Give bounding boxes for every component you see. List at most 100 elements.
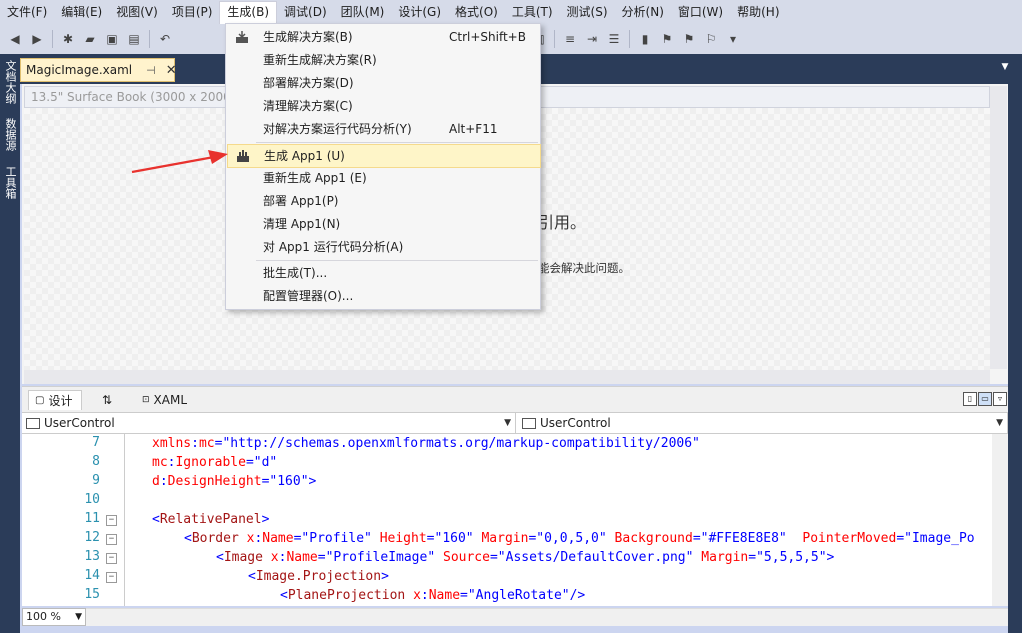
fold-toggle-icon[interactable]: − xyxy=(106,553,117,564)
tab-xaml-label: XAML xyxy=(153,393,188,407)
menu-rebuild-solution-label: 重新生成解决方案(R) xyxy=(263,53,377,67)
tab-xaml[interactable]: ⊡ XAML xyxy=(140,390,200,410)
fold-toggle-icon[interactable]: − xyxy=(106,572,117,583)
forward-icon[interactable]: ▶ xyxy=(28,30,46,48)
chevron-down-icon: ▼ xyxy=(75,612,82,622)
menu-analyze[interactable]: 分析(N) xyxy=(615,1,671,23)
line-number: 15 xyxy=(84,587,100,602)
line-number: 12 xyxy=(84,530,100,545)
menu-analyze-app1[interactable]: 对 App1 运行代码分析(A) xyxy=(227,236,539,258)
selector-left-value: UserControl xyxy=(44,416,115,430)
editor-vertical-scrollbar[interactable] xyxy=(992,434,1008,606)
menu-debug[interactable]: 调试(D) xyxy=(277,1,334,23)
build-solution-icon xyxy=(236,31,248,43)
tab-design-label: 设计 xyxy=(48,393,73,408)
element-selector-right[interactable]: UserControl ▼ xyxy=(518,413,1008,433)
menu-clean-app1[interactable]: 清理 App1(N) xyxy=(227,213,539,235)
code-line-12: <Border x:Name="Profile" Height="160" Ma… xyxy=(184,531,975,546)
menu-build-solution[interactable]: 生成解决方案(B) Ctrl+Shift+B xyxy=(227,26,539,48)
line-number: 11 xyxy=(84,511,100,526)
menu-edit[interactable]: 编辑(E) xyxy=(54,1,109,23)
menu-rebuild-app1-label: 重新生成 App1 (E) xyxy=(263,171,367,185)
tab-design[interactable]: ▢ 设计 xyxy=(28,390,82,410)
build-project-icon xyxy=(237,150,249,162)
xaml-code-editor[interactable]: 7 8 9 10 11 12 13 14 15 − − − − xmlns:mc… xyxy=(22,434,992,606)
menu-build-app1[interactable]: 生成 App1 (U) xyxy=(227,144,541,168)
designer-vertical-scrollbar[interactable] xyxy=(990,86,1007,369)
code-line-9: d:DesignHeight="160"> xyxy=(152,474,317,489)
build-menu-dropdown: 生成解决方案(B) Ctrl+Shift+B 重新生成解决方案(R) 部署解决方… xyxy=(225,23,541,310)
zoom-value: 100 % xyxy=(26,610,61,623)
menu-team[interactable]: 团队(M) xyxy=(334,1,392,23)
bookmark-clear-icon[interactable]: ⚐ xyxy=(702,30,720,48)
menu-analyze-solution-label: 对解决方案运行代码分析(Y) xyxy=(263,122,412,136)
code-line-7: xmlns:mc="http://schemas.openxmlformats.… xyxy=(152,436,700,451)
toolbar-separator xyxy=(149,30,150,48)
menu-design[interactable]: 设计(G) xyxy=(391,1,448,23)
menu-format[interactable]: 格式(O) xyxy=(448,1,505,23)
menu-build-app1-label: 生成 App1 (U) xyxy=(264,149,345,163)
menu-configuration-manager-label: 配置管理器(O)... xyxy=(263,289,354,303)
fold-toggle-icon[interactable]: − xyxy=(106,534,117,545)
usercontrol-icon xyxy=(26,417,40,429)
toolbar-overflow-icon[interactable]: ▾ xyxy=(724,30,742,48)
element-selector-left[interactable]: UserControl ▼ xyxy=(22,413,516,433)
horizontal-split-icon[interactable]: ▭ xyxy=(978,392,992,406)
zoom-selector[interactable]: 100 % ▼ xyxy=(22,608,86,626)
menu-window[interactable]: 窗口(W) xyxy=(671,1,730,23)
menu-clean-solution-label: 清理解决方案(C) xyxy=(263,99,353,113)
editor-horizontal-scrollbar[interactable] xyxy=(22,608,1008,626)
menu-rebuild-app1[interactable]: 重新生成 App1 (E) xyxy=(227,167,539,189)
close-icon[interactable]: ✕ xyxy=(166,63,177,78)
code-line-15: <PlaneProjection x:Name="AngleRotate"/> xyxy=(280,588,586,603)
tab-data-sources[interactable]: 数据源 xyxy=(2,118,18,151)
menu-separator xyxy=(256,260,538,261)
align-icon[interactable]: ≡ xyxy=(561,30,579,48)
open-folder-icon[interactable]: ▰ xyxy=(81,30,99,48)
swap-panes-icon[interactable]: ⇅ xyxy=(100,390,122,410)
menu-test[interactable]: 测试(S) xyxy=(560,1,615,23)
menu-deploy-app1[interactable]: 部署 App1(P) xyxy=(227,190,539,212)
fold-toggle-icon[interactable]: − xyxy=(106,515,117,526)
undo-icon[interactable]: ↶ xyxy=(156,30,174,48)
indent-icon[interactable]: ⇥ xyxy=(583,30,601,48)
new-project-icon[interactable]: ✱ xyxy=(59,30,77,48)
collapse-pane-icon[interactable]: ▿ xyxy=(993,392,1007,406)
save-icon[interactable]: ▣ xyxy=(103,30,121,48)
designer-message-1: 引用。 xyxy=(538,213,587,232)
menu-help[interactable]: 帮助(H) xyxy=(730,1,786,23)
back-icon[interactable]: ◀ xyxy=(6,30,24,48)
save-all-icon[interactable]: ▤ xyxy=(125,30,143,48)
toolbar-separator xyxy=(554,30,555,48)
code-line-13: <Image x:Name="ProfileImage" Source="Ass… xyxy=(216,550,835,565)
editor-margin-line xyxy=(124,434,125,606)
code-line-8: mc:Ignorable="d" xyxy=(152,455,278,470)
menu-batch-build-label: 批生成(T)... xyxy=(263,266,328,280)
menu-analyze-solution[interactable]: 对解决方案运行代码分析(Y) Alt+F11 xyxy=(227,118,539,140)
pin-icon[interactable]: ⊣ xyxy=(146,64,156,77)
menu-batch-build[interactable]: 批生成(T)... xyxy=(227,262,539,284)
comment-icon[interactable]: ☰ xyxy=(605,30,623,48)
toolbar-separator xyxy=(629,30,630,48)
menu-clean-solution[interactable]: 清理解决方案(C) xyxy=(227,95,539,117)
designer-horizontal-scrollbar[interactable] xyxy=(24,370,990,384)
menu-configuration-manager[interactable]: 配置管理器(O)... xyxy=(227,285,539,307)
usercontrol-icon xyxy=(522,417,536,429)
menu-project[interactable]: 项目(P) xyxy=(165,1,220,23)
tab-toolbox[interactable]: 工具箱 xyxy=(2,166,18,199)
tab-document-outline[interactable]: 文档大纲 xyxy=(2,60,18,104)
menu-view[interactable]: 视图(V) xyxy=(109,1,165,23)
doc-tab-magicimage[interactable]: MagicImage.xaml ⊣ ✕ xyxy=(20,58,177,82)
bookmark-icon[interactable]: ▮ xyxy=(636,30,654,48)
menu-build[interactable]: 生成(B) xyxy=(219,0,278,25)
bookmark-next-icon[interactable]: ⚑ xyxy=(680,30,698,48)
menu-deploy-solution[interactable]: 部署解决方案(D) xyxy=(227,72,539,94)
vertical-split-icon[interactable]: ▯ xyxy=(963,392,977,406)
tab-overflow-icon[interactable]: ▼ xyxy=(998,62,1012,76)
menu-analyze-app1-label: 对 App1 运行代码分析(A) xyxy=(263,240,404,254)
bookmark-prev-icon[interactable]: ⚑ xyxy=(658,30,676,48)
menu-file[interactable]: 文件(F) xyxy=(0,1,54,23)
menu-rebuild-solution[interactable]: 重新生成解决方案(R) xyxy=(227,49,539,71)
menu-tools[interactable]: 工具(T) xyxy=(505,1,560,23)
chevron-down-icon: ▼ xyxy=(504,418,511,428)
